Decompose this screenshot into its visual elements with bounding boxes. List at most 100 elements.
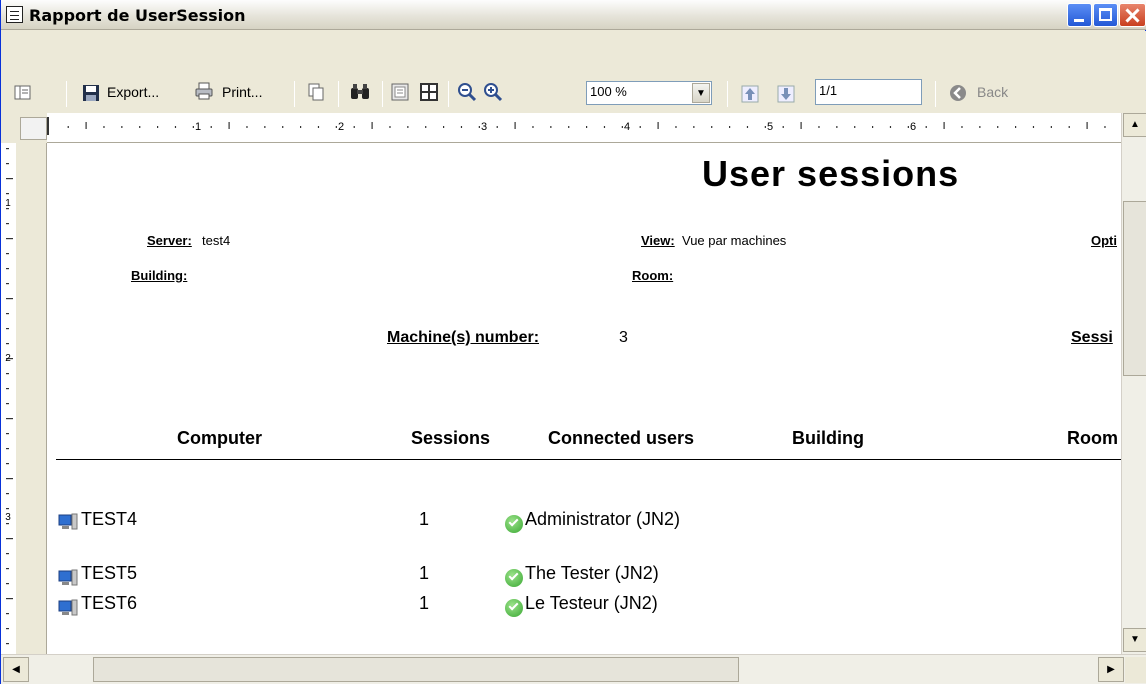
- close-button[interactable]: [1119, 3, 1146, 27]
- page-number-input[interactable]: 1/1: [815, 79, 922, 105]
- ruler-label: 3: [5, 512, 11, 523]
- scroll-right-button[interactable]: ▶: [1098, 657, 1124, 682]
- save-icon[interactable]: [81, 83, 101, 103]
- computer-name: TEST5: [81, 563, 138, 583]
- ruler-tick: [6, 403, 9, 405]
- computer-name: TEST4: [81, 509, 138, 529]
- vertical-scroll-thumb[interactable]: [1123, 201, 1146, 376]
- column-header-connected-users: Connected users: [548, 428, 695, 448]
- report-page: User sessions Server: test4 View: Vue pa…: [47, 143, 1121, 654]
- ruler-tick: [514, 122, 516, 129]
- zoom-select[interactable]: 100 % ▼: [586, 81, 712, 105]
- next-page-icon[interactable]: [776, 84, 796, 104]
- ruler-label: 3: [481, 121, 487, 133]
- ruler-tick: [6, 328, 9, 330]
- ruler-tick: [443, 126, 445, 128]
- title-bar[interactable]: Rapport de UserSession: [1, 0, 1146, 30]
- ruler-label: 2: [338, 121, 344, 133]
- ruler-tick: [6, 283, 9, 285]
- ruler-tick: [6, 568, 9, 570]
- ruler-tick: [139, 126, 141, 128]
- separator: [66, 81, 67, 107]
- ruler-tick: [335, 126, 337, 128]
- ruler-tick: [6, 343, 9, 345]
- ruler-tick: [103, 126, 105, 128]
- zoom-in-icon[interactable]: [483, 82, 503, 102]
- scroll-down-button[interactable]: ▼: [1123, 628, 1146, 652]
- chevron-down-icon[interactable]: ▼: [692, 83, 710, 103]
- ruler-tick: [961, 126, 963, 128]
- multi-page-icon[interactable]: [419, 82, 439, 102]
- ruler-tick: [6, 448, 9, 450]
- first-page-icon[interactable]: [740, 84, 760, 104]
- ruler-tick: [6, 178, 13, 180]
- copy-icon[interactable]: [306, 82, 326, 102]
- maximize-button[interactable]: [1093, 3, 1118, 27]
- ruler-margin-marker: [47, 117, 49, 135]
- back-label: Back: [977, 84, 1009, 100]
- computer-icon: [58, 513, 78, 530]
- back-icon[interactable]: [948, 83, 968, 103]
- search-icon[interactable]: [350, 82, 370, 102]
- ruler-tick: [425, 126, 427, 128]
- separator: [935, 81, 936, 107]
- computer-name: TEST6: [81, 593, 138, 613]
- ruler-tick: [210, 126, 212, 128]
- horizontal-scrollbar[interactable]: ◀ ▶: [1, 654, 1146, 684]
- ruler-label: 6: [910, 121, 916, 133]
- connected-user: Administrator (JN2): [525, 509, 681, 529]
- ruler-label: 2: [5, 353, 11, 364]
- ruler-tick: [889, 126, 892, 128]
- export-button[interactable]: Export...: [107, 84, 159, 104]
- window-title: Rapport de UserSession: [29, 6, 246, 25]
- ruler-tick: [6, 493, 9, 495]
- horizontal-scroll-thumb[interactable]: [93, 657, 739, 682]
- ruler-tick: [907, 126, 909, 128]
- session-count: 1: [419, 593, 430, 613]
- ruler-tick: [746, 126, 749, 128]
- ruler-tick: [282, 126, 284, 128]
- scroll-up-button[interactable]: ▲: [1123, 113, 1146, 137]
- view-value: Vue par machines: [682, 233, 787, 248]
- ruler-tick: [639, 126, 641, 128]
- ruler-tick: [764, 126, 766, 128]
- ruler-tick: [460, 126, 463, 128]
- ruler-tick: [979, 126, 981, 128]
- toggle-tree-icon[interactable]: [13, 83, 33, 103]
- machines-label: Machine(s) number:: [387, 329, 540, 346]
- zoom-out-icon[interactable]: [457, 82, 477, 102]
- connected-status-icon: [505, 515, 523, 533]
- minimize-button[interactable]: [1067, 3, 1092, 27]
- ruler-tick: [85, 122, 87, 129]
- report-icon: [6, 6, 23, 23]
- vertical-scrollbar[interactable]: ▲ ▼: [1121, 113, 1146, 654]
- building-label: Building:: [131, 268, 188, 283]
- print-label: Print...: [222, 84, 263, 100]
- ruler-tick: [6, 223, 9, 225]
- separator: [727, 81, 728, 107]
- ruler-tick: [389, 126, 391, 128]
- computer-icon: [58, 569, 78, 586]
- print-button[interactable]: Print...: [222, 84, 262, 104]
- column-header-building: Building: [792, 428, 864, 448]
- print-icon[interactable]: [194, 81, 214, 101]
- scroll-left-button[interactable]: ◀: [3, 657, 29, 682]
- session-count: 1: [419, 509, 430, 529]
- ruler-tick: [729, 126, 731, 128]
- ruler-tick: [6, 583, 9, 585]
- connected-status-icon: [505, 599, 523, 617]
- ruler-tick: [157, 126, 159, 128]
- ruler-tick: [228, 122, 230, 129]
- ruler-label: 4: [624, 121, 630, 133]
- ruler-tick: [6, 538, 13, 540]
- single-page-icon[interactable]: [390, 82, 410, 102]
- ruler-tick: [1086, 122, 1088, 129]
- ruler-tick: [478, 126, 480, 128]
- ruler-tick: [603, 126, 606, 128]
- export-label: Export...: [107, 84, 160, 100]
- ruler-tick: [6, 463, 9, 465]
- ruler-tick: [1068, 126, 1070, 128]
- back-button[interactable]: Back: [977, 84, 1008, 104]
- toolbar: Export... Print... 100 % ▼ 1/1 Back: [1, 31, 1146, 113]
- ruler-tick: [6, 553, 9, 555]
